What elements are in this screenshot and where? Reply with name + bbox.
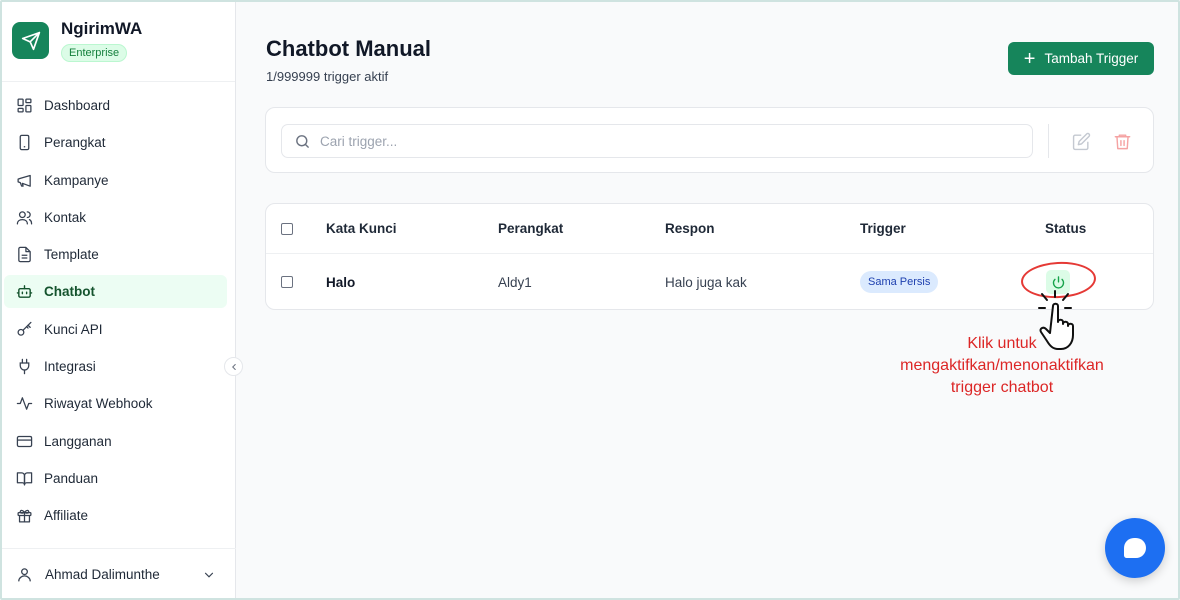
delete-button[interactable] (1111, 130, 1133, 152)
sidebar-item-template[interactable]: Template (4, 238, 227, 271)
sidebar-item-langganan[interactable]: Langganan (4, 425, 227, 458)
sidebar-item-perangkat[interactable]: Perangkat (4, 126, 227, 159)
search-card (265, 107, 1154, 173)
sidebar-item-panduan[interactable]: Panduan (4, 462, 227, 495)
power-icon (1052, 275, 1064, 288)
annotation-line: Klik untuk (967, 335, 1037, 352)
header-status: Status (1045, 221, 1087, 236)
activity-icon (16, 397, 33, 411)
header-trigger: Trigger (860, 221, 906, 236)
user-name: Ahmad Dalimunthe (45, 567, 160, 582)
file-text-icon (18, 246, 31, 263)
sidebar-item-label: Langganan (44, 433, 112, 449)
plug-icon (19, 358, 30, 375)
divider (1048, 124, 1049, 158)
sidebar-item-label: Perangkat (44, 135, 106, 151)
sidebar-item-label: Kunci API (44, 321, 103, 337)
edit-icon (1072, 132, 1090, 150)
send-icon (12, 22, 49, 59)
row-checkbox[interactable] (281, 276, 293, 288)
page-subtitle: 1/999999 trigger aktif (266, 69, 389, 84)
sidebar-item-kontak[interactable]: Kontak (4, 201, 227, 234)
add-trigger-label: Tambah Trigger (1044, 51, 1139, 66)
sidebar-item-affiliate[interactable]: Affiliate (4, 499, 227, 532)
search-icon (296, 134, 309, 148)
page-title: Chatbot Manual (266, 36, 431, 61)
row-keyword: Halo (326, 274, 356, 290)
sidebar-item-kunci-api[interactable]: Kunci API (4, 313, 227, 346)
credit-card-icon (16, 435, 33, 447)
header-device: Perangkat (498, 221, 564, 236)
chat-widget-button[interactable] (1105, 518, 1165, 578)
sidebar-item-integrasi[interactable]: Integrasi (4, 350, 227, 383)
sidebar: NgirimWA Enterprise Dashboard Perangkat … (0, 0, 236, 600)
user-menu[interactable]: Ahmad Dalimunthe (0, 548, 236, 600)
search-input[interactable] (320, 133, 920, 149)
chevron-down-icon (204, 572, 214, 578)
sidebar-collapse-button[interactable] (224, 357, 243, 376)
trash-icon (1114, 133, 1130, 149)
sidebar-nav: Dashboard Perangkat Kampanye Kontak Temp… (0, 82, 235, 532)
header-response: Respon (665, 221, 715, 236)
annotation-text: Klik untuk mengaktifkan/menonaktifkan tr… (880, 333, 1124, 399)
sidebar-item-label: Template (44, 247, 99, 263)
device-icon (19, 135, 30, 151)
sidebar-item-dashboard[interactable]: Dashboard (4, 89, 227, 122)
brand-name: NgirimWA (61, 19, 143, 38)
book-icon (16, 472, 33, 486)
sidebar-item-label: Chatbot (44, 284, 95, 300)
edit-button[interactable] (1070, 130, 1092, 152)
sidebar-item-chatbot[interactable]: Chatbot (4, 275, 227, 309)
sidebar-item-label: Kontak (44, 209, 87, 225)
table-header: Kata Kunci Perangkat Respon Trigger Stat… (266, 204, 1153, 254)
sidebar-item-label: Riwayat Webhook (44, 396, 153, 412)
bot-icon (16, 285, 33, 299)
select-all-checkbox[interactable] (281, 222, 293, 235)
sidebar-item-riwayat-webhook[interactable]: Riwayat Webhook (4, 387, 227, 420)
user-icon (18, 568, 31, 582)
trigger-type-badge: Sama Persis (860, 271, 939, 293)
sidebar-item-label: Kampanye (44, 172, 109, 188)
sidebar-item-label: Dashboard (44, 98, 111, 113)
sidebar-item-kampanye[interactable]: Kampanye (4, 164, 227, 197)
row-device: Aldy1 (498, 274, 532, 290)
search-box[interactable] (281, 124, 1033, 158)
table-row: Halo Aldy1 Halo juga kak Sama Persis (266, 254, 1153, 310)
dashboard-icon (17, 98, 32, 113)
chevron-left-icon (231, 363, 236, 370)
plus-icon: + (1023, 47, 1036, 70)
megaphone-icon (17, 174, 31, 187)
users-icon (16, 211, 33, 225)
brand: NgirimWA Enterprise (0, 0, 235, 82)
trigger-table: Kata Kunci Perangkat Respon Trigger Stat… (265, 203, 1154, 310)
add-trigger-button[interactable]: + Tambah Trigger (1008, 42, 1154, 75)
key-icon (17, 321, 32, 336)
gift-icon (17, 510, 32, 523)
annotation-line: trigger chatbot (950, 379, 1054, 396)
plan-badge: Enterprise (61, 44, 128, 62)
sidebar-item-label: Integrasi (44, 359, 96, 375)
row-response: Halo juga kak (665, 274, 747, 290)
annotation-line: mengaktifkan/menonaktifkan (900, 357, 1104, 374)
chat-icon (1124, 538, 1146, 558)
sidebar-item-label: Panduan (44, 470, 99, 486)
header-keyword: Kata Kunci (326, 221, 397, 236)
sidebar-item-label: Affiliate (44, 508, 89, 524)
